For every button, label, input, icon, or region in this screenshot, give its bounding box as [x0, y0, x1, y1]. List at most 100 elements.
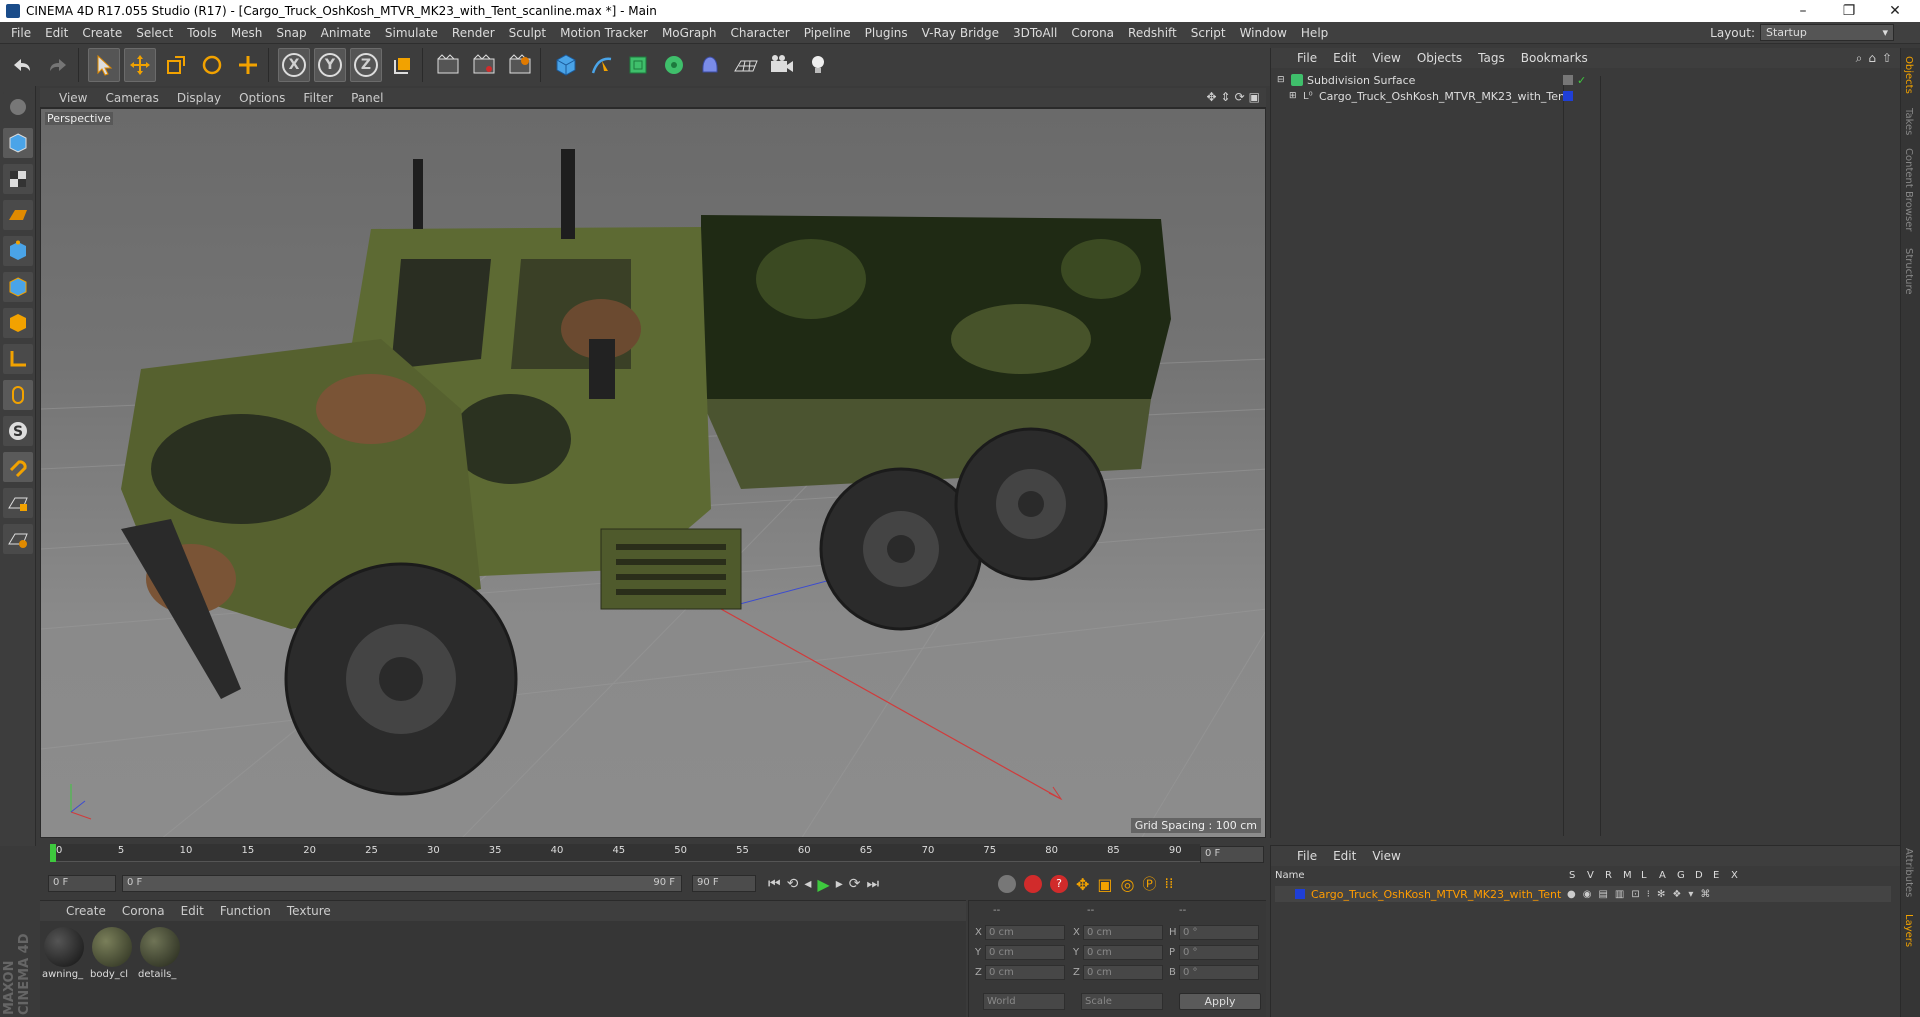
current-frame-field[interactable]: 0 F	[1200, 846, 1264, 863]
rotation-p-field[interactable]: 0 °	[1179, 945, 1259, 960]
lock-icon[interactable]: ⊡	[1631, 889, 1639, 900]
key-position-icon[interactable]: ✥	[1076, 875, 1089, 894]
menu-window[interactable]: Window	[1233, 26, 1294, 40]
rotation-b-field[interactable]: 0 °	[1179, 965, 1259, 980]
key-rotation-icon[interactable]: ◎	[1121, 875, 1135, 894]
enabled-check-icon[interactable]: ✓	[1577, 74, 1586, 87]
autokey-icon[interactable]	[1024, 875, 1042, 893]
expand-icon[interactable]: ⊞	[1289, 91, 1299, 101]
light-button[interactable]	[802, 48, 834, 82]
material-swatch[interactable]: details_	[138, 927, 182, 980]
coordinate-system-button[interactable]	[386, 48, 418, 82]
edges-mode-button[interactable]	[3, 272, 33, 302]
material-menu-create[interactable]: Create	[58, 904, 114, 918]
object-row-subdivision-surface[interactable]: ⊟ Subdivision Surface ✓	[1277, 72, 1586, 88]
xref-icon[interactable]: ⌘	[1700, 889, 1710, 900]
collapse-icon[interactable]: ⊟	[1277, 75, 1287, 85]
viewport-menu-panel[interactable]: Panel	[342, 91, 392, 105]
axis-mode-button[interactable]	[3, 344, 33, 374]
size-x-field[interactable]: 0 cm	[1083, 925, 1163, 940]
previous-frame-icon[interactable]: ◂	[804, 876, 811, 892]
key-scale-icon[interactable]: ▣	[1097, 875, 1112, 894]
menu-corona[interactable]: Corona	[1064, 26, 1121, 40]
side-tab-layers[interactable]: Layers	[1903, 914, 1914, 947]
apply-button[interactable]: Apply	[1179, 993, 1261, 1010]
menu-create[interactable]: Create	[75, 26, 129, 40]
frame-range-slider[interactable]: 0 F 90 F	[122, 875, 682, 892]
viewport-menu-cameras[interactable]: Cameras	[96, 91, 167, 105]
material-swatch[interactable]: awning_	[42, 927, 86, 980]
menu-motion-tracker[interactable]: Motion Tracker	[553, 26, 655, 40]
object-menu-edit[interactable]: Edit	[1325, 51, 1364, 65]
record-keyframe-icon[interactable]	[998, 875, 1016, 893]
object-menu-objects[interactable]: Objects	[1409, 51, 1470, 65]
render-settings-button[interactable]	[504, 48, 536, 82]
menu-sculpt[interactable]: Sculpt	[502, 26, 553, 40]
viewport-pan-icon[interactable]: ✥	[1206, 90, 1216, 104]
menu-mograph[interactable]: MoGraph	[655, 26, 724, 40]
solo-mode-button[interactable]: S	[3, 416, 33, 446]
layer-menu-file[interactable]: File	[1289, 849, 1325, 863]
deformer-button[interactable]	[694, 48, 726, 82]
undo-button[interactable]	[6, 48, 38, 82]
end-frame-field[interactable]: 90 F	[692, 875, 756, 892]
material-menu-function[interactable]: Function	[212, 904, 279, 918]
position-x-field[interactable]: 0 cm	[985, 925, 1065, 940]
side-tab-objects[interactable]: Objects	[1903, 56, 1914, 94]
menu-select[interactable]: Select	[129, 26, 180, 40]
polygons-mode-button[interactable]	[3, 308, 33, 338]
menu-mesh[interactable]: Mesh	[224, 26, 270, 40]
viewport-menu-view[interactable]: View	[50, 91, 96, 105]
texture-mode-button[interactable]	[3, 164, 33, 194]
menu-character[interactable]: Character	[723, 26, 796, 40]
menu-snap[interactable]: Snap	[269, 26, 313, 40]
move-tool-button[interactable]	[124, 48, 156, 82]
side-tab-structure[interactable]: Structure	[1903, 248, 1914, 295]
rotation-h-field[interactable]: 0 °	[1179, 925, 1259, 940]
position-z-field[interactable]: 0 cm	[985, 965, 1065, 980]
locked-workplane-button[interactable]	[3, 488, 33, 518]
object-menu-file[interactable]: File	[1289, 51, 1325, 65]
object-menu-view[interactable]: View	[1364, 51, 1408, 65]
make-editable-button[interactable]	[3, 92, 33, 122]
material-menu-edit[interactable]: Edit	[173, 904, 212, 918]
scale-tool-button[interactable]	[160, 48, 192, 82]
eye-icon[interactable]: ◉	[1583, 889, 1592, 900]
menu-animate[interactable]: Animate	[314, 26, 378, 40]
timeline-ruler[interactable]: 0 5 10 15 20 25 30 35 40 45 50 55 60 65 70 75 80 85 90 0 F	[40, 840, 1266, 870]
layer-menu-edit[interactable]: Edit	[1325, 849, 1364, 863]
go-to-end-icon[interactable]: ⏭	[866, 876, 879, 892]
animation-icon[interactable]: ⁝	[1647, 889, 1650, 900]
menu-simulate[interactable]: Simulate	[378, 26, 445, 40]
keyframe-selection-icon[interactable]: ?	[1050, 875, 1068, 893]
render-view-button[interactable]	[432, 48, 464, 82]
y-axis-lock-button[interactable]: Y	[314, 48, 346, 82]
planar-workplane-button[interactable]	[3, 524, 33, 554]
object-menu-tags[interactable]: Tags	[1470, 51, 1513, 65]
next-frame-icon[interactable]: ▸	[836, 876, 843, 892]
object-row-cargo-truck[interactable]: ⊞ L⁰ Cargo_Truck_OshKosh_MTVR_MK23_with_…	[1289, 88, 1573, 104]
side-tab-attributes[interactable]: Attributes	[1903, 848, 1914, 897]
menu-tools[interactable]: Tools	[180, 26, 224, 40]
menu-help[interactable]: Help	[1294, 26, 1335, 40]
side-tab-takes[interactable]: Takes	[1903, 108, 1914, 135]
floor-button[interactable]	[730, 48, 762, 82]
z-axis-lock-button[interactable]: Z	[350, 48, 382, 82]
workplane-mode-button[interactable]	[3, 200, 33, 230]
menu-vray-bridge[interactable]: V-Ray Bridge	[915, 26, 1006, 40]
viewport-maximize-icon[interactable]: ▣	[1249, 90, 1260, 104]
model-mode-button[interactable]	[3, 128, 33, 158]
subdivision-surface-button[interactable]	[622, 48, 654, 82]
viewport-rotate-icon[interactable]: ⟳	[1235, 90, 1245, 104]
redo-button[interactable]	[42, 48, 74, 82]
menu-pipeline[interactable]: Pipeline	[797, 26, 858, 40]
side-tab-content-browser[interactable]: Content Browser	[1903, 148, 1914, 231]
menu-plugins[interactable]: Plugins	[858, 26, 915, 40]
close-button[interactable]: ✕	[1872, 0, 1918, 22]
material-menu-texture[interactable]: Texture	[279, 904, 339, 918]
layout-select[interactable]: Startup ▾	[1760, 24, 1894, 41]
size-y-field[interactable]: 0 cm	[1083, 945, 1163, 960]
solo-dot-icon[interactable]: ●	[1567, 889, 1576, 900]
go-to-start-icon[interactable]: ⏮	[768, 876, 781, 892]
menu-script[interactable]: Script	[1184, 26, 1233, 40]
